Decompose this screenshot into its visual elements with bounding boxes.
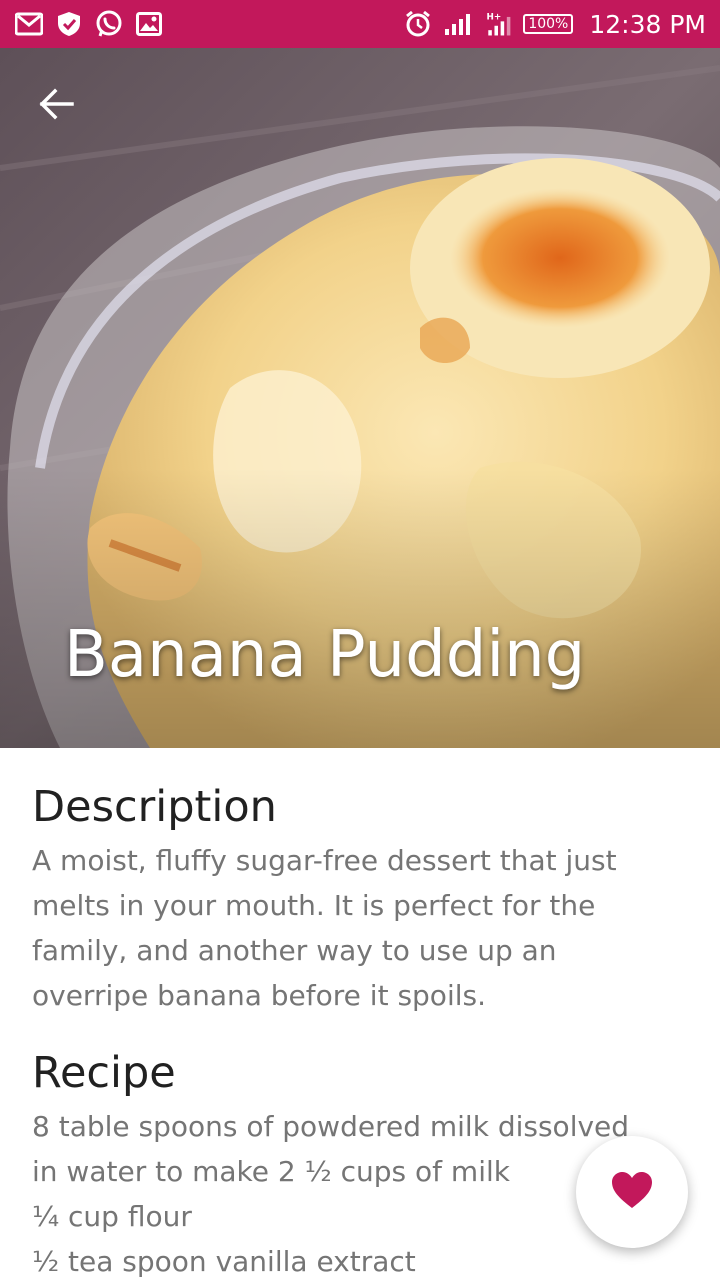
status-time: 12:38 PM — [589, 9, 706, 39]
whatsapp-icon — [94, 9, 124, 39]
back-button[interactable] — [26, 76, 86, 136]
alarm-icon — [403, 9, 433, 39]
signal-icon — [443, 9, 473, 39]
battery-icon: 100% — [523, 14, 574, 34]
heart-icon — [611, 1171, 653, 1214]
hero-image: Banana Pudding — [0, 48, 720, 748]
description-heading: Description — [32, 782, 277, 832]
svg-text:H+: H+ — [487, 13, 502, 23]
gmail-icon — [14, 9, 44, 39]
arrow-left-icon — [38, 88, 74, 125]
recipe-title: Banana Pudding — [64, 618, 586, 692]
status-bar: H+ 100% 12:38 PM — [0, 0, 720, 48]
description-text: A moist, fluffy sugar-free dessert that … — [32, 844, 617, 1012]
image-icon — [134, 9, 164, 39]
data-signal-icon: H+ — [483, 9, 513, 39]
shield-icon — [54, 9, 84, 39]
favorite-button[interactable] — [576, 1136, 688, 1248]
notification-icons — [14, 9, 164, 39]
recipe-heading: Recipe — [32, 1048, 176, 1098]
system-icons: H+ 100% 12:38 PM — [403, 9, 706, 39]
